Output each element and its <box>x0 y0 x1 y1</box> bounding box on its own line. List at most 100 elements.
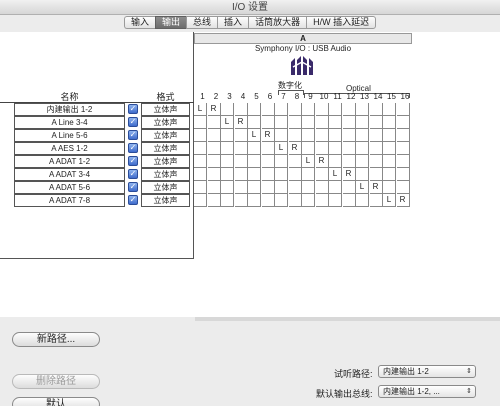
grid-cell[interactable] <box>342 181 356 194</box>
grid-cell[interactable] <box>207 181 221 194</box>
path-active-checkbox[interactable]: ✓ <box>128 182 138 192</box>
grid-cell[interactable] <box>369 103 383 116</box>
grid-cell-left[interactable]: L <box>221 116 234 129</box>
grid-cell[interactable] <box>221 142 234 155</box>
horizontal-scrollbar[interactable] <box>195 317 500 321</box>
grid-cell[interactable] <box>275 194 288 207</box>
grid-cell[interactable] <box>275 155 288 168</box>
grid-cell[interactable] <box>207 168 221 181</box>
grid-cell[interactable] <box>356 103 369 116</box>
grid-cell[interactable] <box>261 181 275 194</box>
grid-cell[interactable] <box>248 194 261 207</box>
path-row[interactable]: A Line 3-4 ✓ 立体声 <box>0 116 194 129</box>
grid-cell[interactable] <box>369 116 383 129</box>
path-active-checkbox[interactable]: ✓ <box>128 117 138 127</box>
path-name[interactable]: A Line 5-6 <box>14 129 125 142</box>
grid-cell[interactable] <box>383 142 396 155</box>
grid-cell[interactable] <box>356 129 369 142</box>
path-format[interactable]: 立体声 <box>141 181 190 194</box>
tab-output[interactable]: 输出 <box>155 16 187 29</box>
grid-cell[interactable] <box>315 168 329 181</box>
path-row[interactable]: A ADAT 1-2 ✓ 立体声 <box>0 155 194 168</box>
path-row[interactable]: A ADAT 7-8 ✓ 立体声 <box>0 194 194 207</box>
grid-cell[interactable] <box>302 103 315 116</box>
grid-cell[interactable] <box>194 194 207 207</box>
grid-cell[interactable] <box>261 103 275 116</box>
grid-cell[interactable] <box>396 181 410 194</box>
grid-cell[interactable] <box>248 116 261 129</box>
path-format[interactable]: 立体声 <box>141 103 190 116</box>
tab-hw-insert-delay[interactable]: H/W 插入延迟 <box>306 16 377 29</box>
grid-cell[interactable] <box>234 168 248 181</box>
grid-cell[interactable] <box>356 142 369 155</box>
grid-cell[interactable] <box>207 155 221 168</box>
path-active-checkbox[interactable]: ✓ <box>128 143 138 153</box>
grid-cell[interactable] <box>288 181 302 194</box>
grid-cell[interactable] <box>383 116 396 129</box>
grid-cell[interactable] <box>288 168 302 181</box>
grid-cell[interactable] <box>261 142 275 155</box>
grid-cell[interactable] <box>194 181 207 194</box>
grid-cell[interactable] <box>221 103 234 116</box>
grid-cell[interactable] <box>234 103 248 116</box>
path-name[interactable]: A ADAT 1-2 <box>14 155 125 168</box>
grid-cell[interactable] <box>248 103 261 116</box>
grid-cell[interactable] <box>396 142 410 155</box>
grid-cell[interactable] <box>383 155 396 168</box>
grid-cell[interactable] <box>261 155 275 168</box>
path-row[interactable]: A ADAT 5-6 ✓ 立体声 <box>0 181 194 194</box>
grid-cell[interactable] <box>315 194 329 207</box>
path-name[interactable]: A ADAT 3-4 <box>14 168 125 181</box>
grid-cell[interactable] <box>369 155 383 168</box>
grid-cell[interactable] <box>396 129 410 142</box>
grid-cell[interactable] <box>342 142 356 155</box>
grid-cell-right[interactable]: R <box>396 194 410 207</box>
grid-cell[interactable] <box>194 116 207 129</box>
grid-cell[interactable] <box>329 194 342 207</box>
grid-cell[interactable] <box>342 155 356 168</box>
new-path-button[interactable]: 新路径... <box>12 332 100 347</box>
grid-cell[interactable] <box>248 181 261 194</box>
grid-cell[interactable] <box>288 103 302 116</box>
grid-cell[interactable] <box>342 116 356 129</box>
audition-select[interactable]: 内建输出 1-2 ⇕ <box>378 365 476 378</box>
grid-cell[interactable] <box>275 116 288 129</box>
default-output-select[interactable]: 内建输出 1-2, ... ⇕ <box>378 385 476 398</box>
path-format[interactable]: 立体声 <box>141 129 190 142</box>
path-name[interactable]: A AES 1-2 <box>14 142 125 155</box>
grid-cell[interactable] <box>207 194 221 207</box>
grid-cell[interactable] <box>396 116 410 129</box>
grid-cell-left[interactable]: L <box>383 194 396 207</box>
grid-cell[interactable] <box>288 194 302 207</box>
grid-cell[interactable] <box>383 103 396 116</box>
grid-cell[interactable] <box>221 181 234 194</box>
path-row[interactable]: A Line 5-6 ✓ 立体声 <box>0 129 194 142</box>
grid-cell[interactable] <box>356 155 369 168</box>
grid-cell[interactable] <box>329 116 342 129</box>
path-active-checkbox[interactable]: ✓ <box>128 156 138 166</box>
grid-cell-left[interactable]: L <box>329 168 342 181</box>
grid-cell[interactable] <box>275 181 288 194</box>
grid-cell[interactable] <box>248 155 261 168</box>
path-format[interactable]: 立体声 <box>141 168 190 181</box>
grid-cell[interactable] <box>221 129 234 142</box>
grid-cell[interactable] <box>315 103 329 116</box>
grid-cell[interactable] <box>207 142 221 155</box>
path-active-checkbox[interactable]: ✓ <box>128 169 138 179</box>
path-row[interactable]: 内建输出 1-2 ✓ 立体声 <box>0 103 194 116</box>
grid-cell[interactable] <box>302 142 315 155</box>
grid-cell[interactable] <box>383 129 396 142</box>
grid-cell[interactable] <box>194 142 207 155</box>
grid-cell[interactable] <box>248 142 261 155</box>
path-name[interactable]: A ADAT 7-8 <box>14 194 125 207</box>
path-active-checkbox[interactable]: ✓ <box>128 104 138 114</box>
path-name[interactable]: 内建输出 1-2 <box>14 103 125 116</box>
grid-cell[interactable] <box>315 129 329 142</box>
path-name[interactable]: A ADAT 5-6 <box>14 181 125 194</box>
tab-insert[interactable]: 插入 <box>217 16 249 29</box>
grid-cell[interactable] <box>275 103 288 116</box>
grid-cell[interactable] <box>315 116 329 129</box>
grid-cell[interactable] <box>194 155 207 168</box>
grid-cell[interactable] <box>288 129 302 142</box>
grid-cell[interactable] <box>207 129 221 142</box>
